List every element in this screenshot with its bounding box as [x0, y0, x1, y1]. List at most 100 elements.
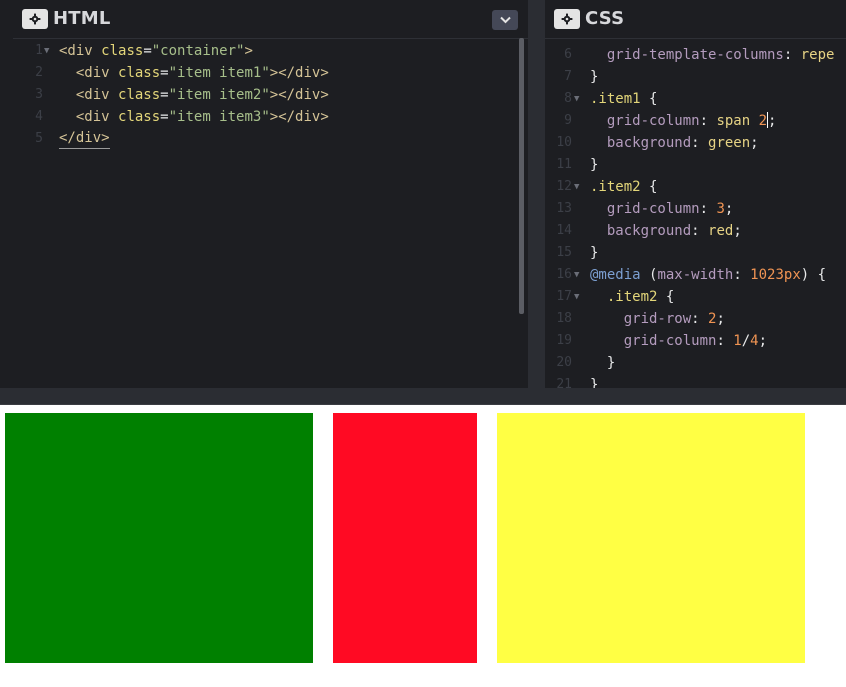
- code-text: background: red;: [590, 220, 742, 242]
- code-token: "container": [151, 43, 245, 59]
- code-text: }: [590, 242, 598, 264]
- code-token: 1: [733, 333, 742, 349]
- fold-arrow-icon[interactable]: ▼: [574, 264, 579, 286]
- code-line[interactable]: 20 }: [545, 352, 846, 374]
- code-token: 4: [750, 333, 759, 349]
- code-line[interactable]: 9 grid-column: span 2;: [545, 110, 846, 132]
- code-line[interactable]: 8 ▼ .item1 {: [545, 88, 846, 110]
- code-line[interactable]: 18 grid-row: 2;: [545, 308, 846, 330]
- line-number: 7: [564, 69, 572, 84]
- code-token: {: [649, 179, 658, 195]
- code-token: "item item3": [168, 109, 270, 125]
- code-line[interactable]: 11}: [545, 154, 846, 176]
- code-token: <div: [59, 109, 119, 125]
- code-line[interactable]: 17 ▼ .item2 {: [545, 286, 846, 308]
- code-text: <div class="item item2"></div>: [59, 84, 329, 106]
- html-vertical-scrollbar[interactable]: [519, 38, 524, 314]
- code-line[interactable]: 4 <div class="item item3"></div>: [13, 106, 528, 128]
- html-collapse-button[interactable]: [492, 10, 518, 30]
- line-number: 16: [556, 267, 572, 282]
- code-token: =: [160, 65, 169, 81]
- code-token: =: [160, 87, 169, 103]
- code-text: grid-column: 1/4;: [590, 330, 767, 352]
- code-token: "item item1": [168, 65, 270, 81]
- code-line[interactable]: 13 grid-column: 3;: [545, 198, 846, 220]
- code-token: class: [118, 65, 161, 81]
- code-token: <div: [59, 43, 102, 59]
- fold-arrow-icon[interactable]: ▼: [44, 40, 49, 62]
- code-text: }: [590, 352, 615, 374]
- code-text: background: green;: [590, 132, 759, 154]
- gear-icon: [561, 13, 573, 25]
- code-token: background: [590, 135, 692, 151]
- css-settings-button[interactable]: [554, 9, 580, 29]
- code-line[interactable]: 2 <div class="item item1"></div>: [13, 62, 528, 84]
- line-number: 13: [556, 201, 572, 216]
- code-token: </div>: [59, 130, 110, 146]
- code-token: {: [649, 91, 658, 107]
- line-number: 2: [35, 65, 43, 80]
- fold-arrow-icon[interactable]: ▼: [574, 88, 579, 110]
- code-token: class: [118, 87, 161, 103]
- code-token: ;: [750, 135, 759, 151]
- code-token: }: [590, 377, 599, 388]
- code-token: span: [716, 113, 759, 129]
- code-line[interactable]: 6 grid-template-columns: repe: [545, 44, 846, 66]
- code-token: red: [708, 223, 734, 239]
- code-token: ;: [758, 333, 768, 349]
- line-number: 20: [556, 355, 572, 370]
- code-token: <div: [59, 87, 119, 103]
- fold-arrow-icon[interactable]: ▼: [574, 176, 579, 198]
- fold-arrow-icon[interactable]: ▼: [574, 286, 579, 308]
- code-line[interactable]: 16 ▼ @media (max-width: 1023px) {: [545, 264, 846, 286]
- line-number: 12: [556, 179, 572, 194]
- html-panel-title: HTML: [53, 8, 111, 29]
- code-line[interactable]: 14 background: red;: [545, 220, 846, 242]
- code-token: ) {: [800, 267, 827, 283]
- code-token: max-width: [657, 267, 734, 283]
- item3-box: [497, 413, 805, 663]
- code-text: grid-template-columns: repe: [590, 44, 835, 66]
- code-token: grid-column: [590, 333, 717, 349]
- line-number: 21: [556, 377, 572, 388]
- code-line[interactable]: 7}: [545, 66, 846, 88]
- code-line[interactable]: 3 <div class="item item2"></div>: [13, 84, 528, 106]
- code-line[interactable]: 5 </div>: [13, 128, 528, 150]
- code-token: ;: [716, 311, 725, 327]
- editor-area: HTML 1 ▼ <div class="container"> 2 <div cla…: [0, 0, 846, 405]
- code-token: }: [590, 157, 599, 173]
- code-line[interactable]: 21}: [545, 374, 846, 388]
- line-number: 11: [556, 157, 572, 172]
- code-line[interactable]: 15}: [545, 242, 846, 264]
- code-token: :: [691, 135, 709, 151]
- code-line[interactable]: 12 ▼ .item2 {: [545, 176, 846, 198]
- css-code-area[interactable]: 6 grid-template-columns: repe 7} 8 ▼ .item1 …: [545, 38, 846, 388]
- code-token: }: [590, 245, 599, 261]
- code-text: }: [590, 66, 598, 88]
- line-number: 18: [556, 311, 572, 326]
- code-line[interactable]: 19 grid-column: 1/4;: [545, 330, 846, 352]
- item1-box: [5, 413, 313, 663]
- code-line[interactable]: 10 background: green;: [545, 132, 846, 154]
- line-number: 1: [35, 43, 43, 58]
- code-text: grid-column: 3;: [590, 198, 733, 220]
- css-panel-header: CSS: [545, 0, 846, 39]
- code-token: /: [741, 333, 751, 349]
- code-token: }: [590, 69, 599, 85]
- code-text: </div>: [59, 128, 110, 149]
- html-settings-button[interactable]: [22, 9, 48, 29]
- line-number: 4: [35, 109, 43, 124]
- code-token: grid-template-columns: [590, 47, 784, 63]
- code-token: grid-column: [590, 113, 700, 129]
- panel-divider[interactable]: [528, 0, 545, 388]
- code-token: :: [691, 311, 709, 327]
- code-token: "item item2": [168, 87, 270, 103]
- code-token: {: [665, 289, 675, 305]
- code-line[interactable]: 1 ▼ <div class="container">: [13, 40, 528, 62]
- code-token: class: [101, 43, 144, 59]
- code-text: grid-column: span 2;: [590, 110, 776, 132]
- editor-resize-bar[interactable]: [0, 388, 846, 405]
- code-token: >: [244, 43, 253, 59]
- html-code-area[interactable]: 1 ▼ <div class="container"> 2 <div class="i…: [13, 40, 528, 388]
- html-panel-header: HTML: [13, 0, 528, 39]
